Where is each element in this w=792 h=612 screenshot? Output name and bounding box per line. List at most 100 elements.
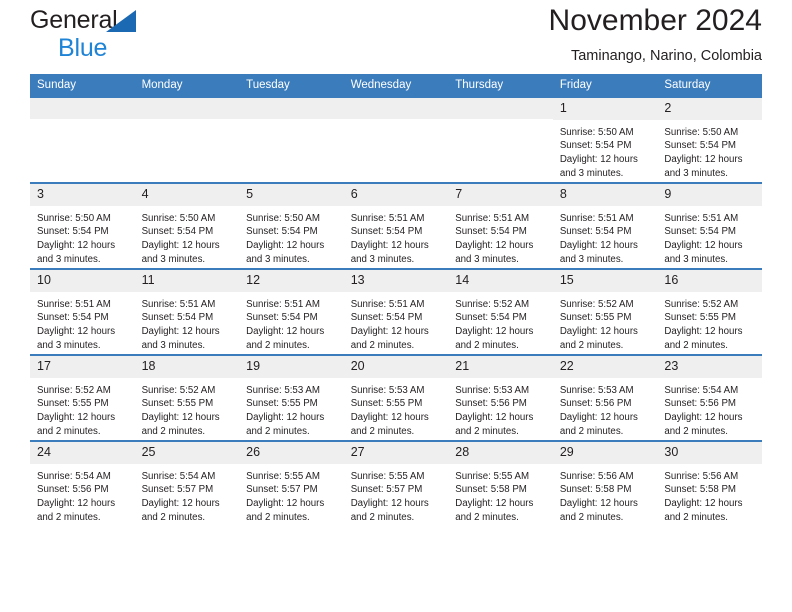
calendar-day-cell[interactable]: 22 Sunrise: 5:53 AM Sunset: 5:56 PM Dayligh…	[552, 354, 658, 441]
calendar-day-cell[interactable]: 15 Sunrise: 5:52 AM Sunset: 5:55 PM Dayligh…	[552, 268, 658, 355]
calendar-day-cell[interactable]: 19 Sunrise: 5:53 AM Sunset: 5:55 PM Dayligh…	[239, 354, 344, 441]
calendar-day-cell[interactable]: 12 Sunrise: 5:51 AM Sunset: 5:54 PM Dayligh…	[239, 268, 344, 355]
calendar-day-cell[interactable]: 27 Sunrise: 5:55 AM Sunset: 5:57 PM Dayligh…	[343, 440, 449, 526]
daylight-text: Daylight: 12 hours and 2 minutes.	[37, 498, 116, 523]
calendar-day-cell[interactable]: 17 Sunrise: 5:52 AM Sunset: 5:55 PM Dayligh…	[30, 354, 135, 441]
daylight-text: Daylight: 12 hours and 3 minutes.	[664, 240, 743, 265]
calendar-body: 1 Sunrise: 5:50 AM Sunset: 5:54 PM Daylight…	[30, 96, 762, 526]
calendar-day-cell[interactable]: 3 Sunrise: 5:50 AM Sunset: 5:54 PM Daylight…	[30, 182, 135, 269]
sunrise-text: Sunrise: 5:55 AM	[350, 470, 425, 482]
calendar-day-cell[interactable]: 14 Sunrise: 5:52 AM Sunset: 5:54 PM Dayligh…	[448, 268, 553, 355]
day-number: 25	[134, 442, 240, 464]
daylight-text: Daylight: 12 hours and 2 minutes.	[246, 498, 325, 523]
sunset-text: Sunset: 5:54 PM	[141, 312, 214, 324]
sunset-text: Sunset: 5:55 PM	[141, 398, 214, 410]
day-number: 5	[239, 184, 344, 206]
day-number: 30	[657, 442, 762, 464]
sunset-text: Sunset: 5:54 PM	[559, 140, 632, 152]
day-number: 6	[343, 184, 449, 206]
daylight-text: Daylight: 12 hours and 2 minutes.	[455, 326, 534, 351]
calendar-day-cell[interactable]: 7 Sunrise: 5:51 AM Sunset: 5:54 PM Daylight…	[448, 182, 553, 269]
daylight-text: Daylight: 12 hours and 3 minutes.	[559, 240, 638, 265]
day-number: 2	[657, 98, 762, 120]
day-number: 26	[239, 442, 344, 464]
calendar-day-cell[interactable]: 25 Sunrise: 5:54 AM Sunset: 5:57 PM Dayligh…	[134, 440, 240, 526]
day-details: Sunrise: 5:53 AM Sunset: 5:55 PM Daylight:…	[239, 378, 344, 439]
day-details: Sunrise: 5:50 AM Sunset: 5:54 PM Daylight:…	[30, 206, 135, 267]
calendar-day-cell[interactable]: 21 Sunrise: 5:53 AM Sunset: 5:56 PM Dayligh…	[448, 354, 553, 441]
day-details: Sunrise: 5:55 AM Sunset: 5:58 PM Daylight:…	[448, 464, 553, 525]
sunrise-text: Sunrise: 5:53 AM	[246, 384, 320, 396]
sunrise-text: Sunrise: 5:53 AM	[350, 384, 425, 396]
calendar-day-cell[interactable]: 24 Sunrise: 5:54 AM Sunset: 5:56 PM Dayligh…	[30, 440, 135, 526]
day-number: 15	[552, 270, 658, 292]
calendar-day-cell[interactable]: 9 Sunrise: 5:51 AM Sunset: 5:54 PM Daylight…	[657, 182, 762, 269]
title-block: November 2024 Taminango, Narino, Colombi…	[549, 0, 762, 65]
sunrise-text: Sunrise: 5:51 AM	[350, 298, 425, 310]
calendar-day-cell[interactable]: 5 Sunrise: 5:50 AM Sunset: 5:54 PM Daylight…	[239, 182, 344, 269]
calendar-day-cell[interactable]: 16 Sunrise: 5:52 AM Sunset: 5:55 PM Dayligh…	[657, 268, 762, 355]
weekday-header-saturday: Saturday	[657, 74, 762, 97]
day-details: Sunrise: 5:52 AM Sunset: 5:54 PM Daylight:…	[448, 292, 553, 353]
day-details: Sunrise: 5:51 AM Sunset: 5:54 PM Daylight:…	[30, 292, 135, 353]
daylight-text: Daylight: 12 hours and 3 minutes.	[246, 240, 325, 265]
calendar-week-row: 3 Sunrise: 5:50 AM Sunset: 5:54 PM Daylight…	[30, 182, 762, 269]
day-number: 1	[552, 98, 658, 120]
calendar-day-cell-empty	[448, 96, 553, 183]
weekday-header-friday: Friday	[552, 74, 658, 97]
day-details: Sunrise: 5:55 AM Sunset: 5:57 PM Daylight:…	[344, 464, 449, 525]
sunrise-text: Sunrise: 5:51 AM	[350, 212, 425, 224]
sunset-text: Sunset: 5:54 PM	[455, 312, 527, 324]
sunset-text: Sunset: 5:54 PM	[664, 226, 736, 238]
logo-triangle-icon	[106, 10, 136, 32]
general-blue-logo[interactable]: General Blue	[30, 0, 136, 61]
logo-top-row: General	[30, 8, 136, 34]
day-details: Sunrise: 5:51 AM Sunset: 5:54 PM Daylight:…	[135, 292, 240, 353]
daylight-text: Daylight: 12 hours and 2 minutes.	[559, 412, 638, 437]
calendar-day-cell[interactable]: 2 Sunrise: 5:50 AM Sunset: 5:54 PM Daylight…	[657, 96, 762, 183]
calendar-day-cell[interactable]: 6 Sunrise: 5:51 AM Sunset: 5:54 PM Daylight…	[343, 182, 449, 269]
sunrise-text: Sunrise: 5:50 AM	[141, 212, 216, 224]
sunrise-text: Sunrise: 5:55 AM	[455, 470, 530, 482]
sunrise-text: Sunrise: 5:56 AM	[664, 470, 739, 482]
sunrise-text: Sunrise: 5:51 AM	[141, 298, 216, 310]
sunset-text: Sunset: 5:54 PM	[455, 226, 527, 238]
weekday-header-wednesday: Wednesday	[343, 74, 449, 97]
sunset-text: Sunset: 5:55 PM	[559, 312, 632, 324]
daylight-text: Daylight: 12 hours and 2 minutes.	[246, 326, 325, 351]
day-number: 23	[657, 356, 762, 378]
day-number: 16	[657, 270, 762, 292]
calendar-day-cell[interactable]: 30 Sunrise: 5:56 AM Sunset: 5:58 PM Dayligh…	[657, 440, 762, 526]
calendar-day-cell[interactable]: 26 Sunrise: 5:55 AM Sunset: 5:57 PM Dayligh…	[239, 440, 344, 526]
calendar-day-cell[interactable]: 8 Sunrise: 5:51 AM Sunset: 5:54 PM Daylight…	[552, 182, 658, 269]
sunset-text: Sunset: 5:58 PM	[559, 484, 632, 496]
calendar-day-cell[interactable]: 28 Sunrise: 5:55 AM Sunset: 5:58 PM Dayligh…	[448, 440, 553, 526]
calendar-day-cell[interactable]: 18 Sunrise: 5:52 AM Sunset: 5:55 PM Dayligh…	[134, 354, 240, 441]
day-details: Sunrise: 5:51 AM Sunset: 5:54 PM Daylight:…	[657, 206, 762, 267]
calendar-day-cell[interactable]: 29 Sunrise: 5:56 AM Sunset: 5:58 PM Dayligh…	[552, 440, 658, 526]
day-number: 29	[552, 442, 658, 464]
day-details: Sunrise: 5:53 AM Sunset: 5:55 PM Daylight:…	[344, 378, 449, 439]
sunset-text: Sunset: 5:56 PM	[455, 398, 527, 410]
day-details: Sunrise: 5:56 AM Sunset: 5:58 PM Daylight:…	[657, 464, 762, 525]
daylight-text: Daylight: 12 hours and 3 minutes.	[37, 240, 116, 265]
daylight-text: Daylight: 12 hours and 3 minutes.	[37, 326, 116, 351]
sunrise-text: Sunrise: 5:52 AM	[664, 298, 739, 310]
day-details: Sunrise: 5:52 AM Sunset: 5:55 PM Daylight:…	[657, 292, 762, 353]
calendar-day-cell[interactable]: 10 Sunrise: 5:51 AM Sunset: 5:54 PM Dayligh…	[30, 268, 135, 355]
calendar-day-cell[interactable]: 13 Sunrise: 5:51 AM Sunset: 5:54 PM Dayligh…	[343, 268, 449, 355]
day-number	[239, 98, 344, 119]
daylight-text: Daylight: 12 hours and 2 minutes.	[350, 326, 429, 351]
day-number: 24	[30, 442, 135, 464]
sunset-text: Sunset: 5:56 PM	[664, 398, 736, 410]
weekday-header-tuesday: Tuesday	[239, 74, 344, 97]
day-number: 7	[448, 184, 553, 206]
calendar-day-cell[interactable]: 1 Sunrise: 5:50 AM Sunset: 5:54 PM Daylight…	[552, 96, 658, 183]
calendar-day-cell[interactable]: 4 Sunrise: 5:50 AM Sunset: 5:54 PM Daylight…	[134, 182, 240, 269]
calendar-day-cell[interactable]: 20 Sunrise: 5:53 AM Sunset: 5:55 PM Dayligh…	[343, 354, 449, 441]
calendar-day-cell[interactable]: 11 Sunrise: 5:51 AM Sunset: 5:54 PM Dayligh…	[134, 268, 240, 355]
calendar-day-cell[interactable]: 23 Sunrise: 5:54 AM Sunset: 5:56 PM Dayligh…	[657, 354, 762, 441]
daylight-text: Daylight: 12 hours and 3 minutes.	[141, 326, 220, 351]
day-details: Sunrise: 5:54 AM Sunset: 5:56 PM Daylight:…	[30, 464, 135, 525]
day-number: 18	[134, 356, 240, 378]
